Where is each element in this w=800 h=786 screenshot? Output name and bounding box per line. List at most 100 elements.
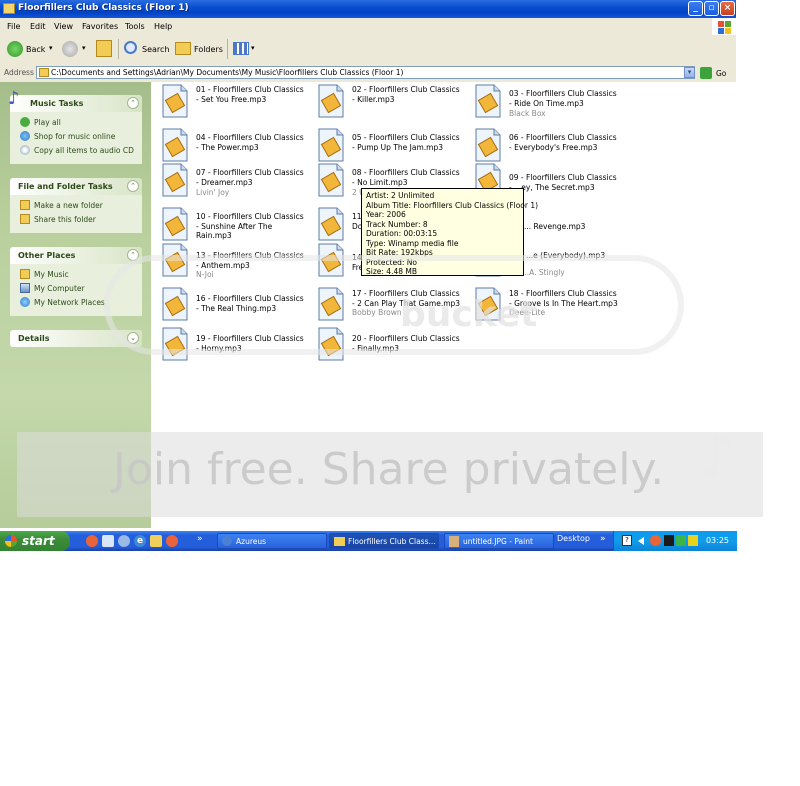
menu-tools[interactable]: Tools bbox=[125, 22, 145, 31]
computer-icon bbox=[20, 283, 30, 293]
menu-bar: File Edit View Favorites Tools Help bbox=[0, 18, 736, 36]
tooltip-duration: Duration: 00:03:15 bbox=[366, 229, 438, 238]
start-label: start bbox=[22, 534, 55, 548]
file-folder-tasks-header[interactable]: File and Folder Tasks ⌃ bbox=[10, 178, 142, 195]
expand-quicklaunch-icon[interactable]: » bbox=[197, 534, 203, 544]
system-tray: ? 03:25 bbox=[613, 531, 737, 551]
collapse-chevron-icon[interactable]: ⌃ bbox=[127, 97, 139, 109]
search-button[interactable]: Search bbox=[142, 45, 169, 54]
music-tasks-title: Music Tasks bbox=[30, 99, 84, 108]
azureus-icon bbox=[222, 536, 232, 546]
firefox-icon[interactable] bbox=[166, 535, 178, 547]
taskbar-item-explorer[interactable]: Floorfillers Club Class... bbox=[329, 533, 439, 549]
go-button[interactable]: Go bbox=[716, 69, 726, 78]
views-dropdown-icon[interactable]: ▾ bbox=[251, 44, 255, 52]
make-new-folder-link[interactable]: Make a new folder bbox=[10, 199, 142, 213]
expand-desktop-icon[interactable]: » bbox=[600, 534, 606, 544]
mp3-file-icon bbox=[475, 84, 501, 118]
copy-to-cd-link[interactable]: Copy all items to audio CD bbox=[10, 144, 142, 158]
mp3-file-icon bbox=[318, 84, 344, 118]
back-label[interactable]: Back bbox=[26, 45, 45, 54]
menu-edit[interactable]: Edit bbox=[30, 22, 46, 31]
globe-icon bbox=[20, 131, 30, 141]
new-folder-icon bbox=[20, 200, 30, 210]
cd-icon bbox=[20, 145, 30, 155]
tray-expand-icon[interactable] bbox=[638, 537, 644, 545]
quicklaunch-icon[interactable] bbox=[118, 535, 130, 547]
collapse-chevron-icon[interactable]: ⌃ bbox=[127, 180, 139, 192]
quicklaunch-icon[interactable] bbox=[102, 535, 114, 547]
play-all-link[interactable]: Play all bbox=[10, 116, 142, 130]
mp3-file-icon bbox=[475, 128, 501, 162]
music-note-icon: ♪ bbox=[8, 88, 20, 109]
taskbar: start e » Azureus Floorfillers Club Clas… bbox=[0, 531, 737, 551]
menu-help[interactable]: Help bbox=[154, 22, 172, 31]
watermark-tagline: Join free. Share privately. bbox=[113, 444, 665, 495]
window-title: Floorfillers Club Classics (Floor 1) bbox=[18, 3, 189, 13]
toolbar: Back ▾ ▾ Search Folders ▾ bbox=[0, 35, 736, 65]
play-icon bbox=[20, 117, 30, 127]
file-folder-tasks-panel: File and Folder Tasks ⌃ Make a new folde… bbox=[10, 178, 142, 233]
views-icon[interactable] bbox=[233, 42, 249, 55]
help-icon[interactable]: ? bbox=[622, 535, 632, 546]
go-arrow-icon[interactable] bbox=[700, 67, 712, 79]
file-item[interactable]: 03 - Floorfillers Club Classics - Ride O… bbox=[468, 84, 618, 126]
folders-icon[interactable] bbox=[175, 42, 191, 55]
watermark-ring bbox=[104, 255, 684, 355]
other-places-title: Other Places bbox=[18, 251, 76, 260]
folder-icon bbox=[39, 68, 49, 77]
file-folder-tasks-title: File and Folder Tasks bbox=[18, 182, 113, 191]
music-tasks-header[interactable]: ♪ Music Tasks ⌃ bbox=[8, 89, 142, 112]
back-dropdown-icon[interactable]: ▾ bbox=[49, 44, 53, 52]
minimize-button[interactable]: _ bbox=[688, 1, 703, 16]
taskbar-item-azureus[interactable]: Azureus bbox=[217, 533, 327, 549]
back-arrow-icon[interactable] bbox=[7, 41, 23, 57]
file-item[interactable]: 02 - Floorfillers Club Classics - Killer… bbox=[311, 84, 461, 126]
shop-music-link[interactable]: Shop for music online bbox=[10, 130, 142, 144]
mp3-file-icon bbox=[162, 163, 188, 197]
address-dropdown-icon[interactable]: ▾ bbox=[684, 67, 695, 78]
internet-explorer-icon[interactable]: e bbox=[134, 535, 146, 547]
file-item[interactable]: 07 - Floorfillers Club Classics - Dreame… bbox=[155, 163, 305, 205]
folders-button[interactable]: Folders bbox=[194, 45, 223, 54]
folder-icon bbox=[3, 3, 15, 14]
quicklaunch-icon[interactable] bbox=[150, 535, 162, 547]
share-folder-link[interactable]: Share this folder bbox=[10, 213, 142, 227]
close-button[interactable]: × bbox=[720, 1, 735, 16]
tooltip-track: Track Number: 8 bbox=[366, 219, 428, 229]
watermark-banner: Join free. Share privately. ♪ bbox=[17, 422, 763, 517]
mp3-file-icon bbox=[318, 128, 344, 162]
other-places-header[interactable]: Other Places ⌃ bbox=[10, 247, 142, 264]
tray-app-icon[interactable] bbox=[650, 535, 661, 546]
firefox-icon[interactable] bbox=[86, 535, 98, 547]
address-label: Address bbox=[4, 68, 34, 77]
forward-arrow-icon[interactable] bbox=[62, 41, 78, 57]
desktop-toolbar[interactable]: Desktop bbox=[557, 534, 590, 543]
tray-app-icon[interactable] bbox=[676, 535, 686, 546]
forward-dropdown-icon[interactable]: ▾ bbox=[82, 44, 86, 52]
tray-app-icon[interactable] bbox=[688, 535, 698, 546]
network-icon bbox=[20, 297, 30, 307]
menu-file[interactable]: File bbox=[7, 22, 20, 31]
folder-icon bbox=[334, 537, 345, 546]
file-item[interactable]: 01 - Floorfillers Club Classics - Set Yo… bbox=[155, 84, 305, 126]
tray-app-icon[interactable] bbox=[664, 535, 674, 546]
tooltip-artist: Artist: 2 Unlimited bbox=[366, 191, 435, 200]
taskbar-item-paint[interactable]: untitled.JPG - Paint bbox=[444, 533, 554, 549]
music-tasks-panel: ♪ Music Tasks ⌃ Play all Shop for music … bbox=[8, 89, 142, 164]
maximize-button[interactable]: ▫ bbox=[704, 1, 719, 16]
search-icon[interactable] bbox=[124, 41, 137, 54]
title-bar[interactable]: Floorfillers Club Classics (Floor 1) _ ▫… bbox=[0, 0, 736, 18]
tooltip-album: Album Title: Floorfillers Club Classics … bbox=[366, 200, 539, 210]
address-bar: Address C:\Documents and Settings\Adrian… bbox=[0, 64, 736, 83]
mp3-file-icon bbox=[162, 207, 188, 241]
details-title: Details bbox=[18, 334, 50, 343]
start-button[interactable]: start bbox=[0, 531, 70, 551]
menu-view[interactable]: View bbox=[54, 22, 73, 31]
share-folder-icon bbox=[20, 214, 30, 224]
toolbar-separator bbox=[227, 39, 228, 59]
menu-favorites[interactable]: Favorites bbox=[82, 22, 118, 31]
address-input[interactable]: C:\Documents and Settings\Adrian\My Docu… bbox=[36, 66, 695, 79]
folder-up-icon[interactable] bbox=[96, 40, 112, 57]
toolbar-separator bbox=[118, 39, 119, 59]
